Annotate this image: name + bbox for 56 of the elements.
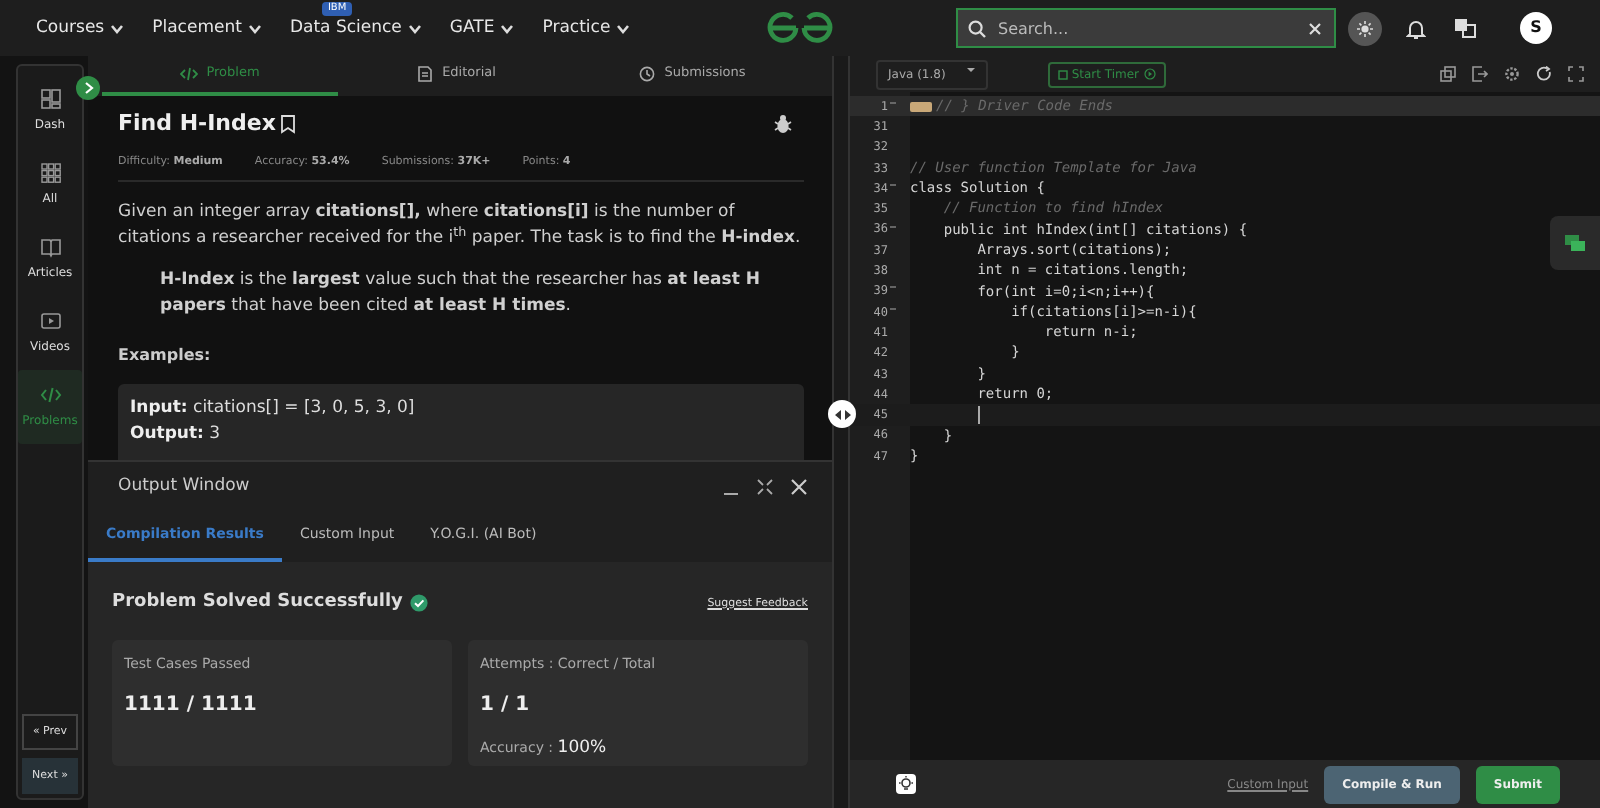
fullscreen-icon[interactable] (1568, 66, 1584, 82)
chevron-right-icon (83, 82, 93, 94)
close-icon[interactable] (1308, 21, 1322, 35)
nav-menu[interactable]: Courses (36, 15, 125, 41)
code-icon (180, 66, 199, 82)
resize-icon (833, 407, 851, 421)
bookmark-icon[interactable] (279, 114, 296, 135)
chevron-down-icon (407, 23, 422, 33)
problem-title: Find H-Index (118, 108, 276, 140)
search-field[interactable]: Search... (956, 8, 1336, 48)
chevron-down-icon (247, 23, 262, 33)
bell-icon[interactable] (1406, 17, 1426, 39)
caret-icon (965, 65, 976, 73)
reload-icon[interactable] (1536, 66, 1552, 82)
search-icon (968, 19, 986, 37)
example-line: Output: 3 (130, 421, 223, 448)
video-icon (39, 310, 61, 332)
document-icon (416, 66, 435, 82)
code-icon (39, 384, 61, 406)
text-cursor (978, 406, 980, 425)
dashboard-icon (39, 88, 61, 110)
status-text: Problem Solved Successfully (112, 590, 403, 616)
nav-menu[interactable]: Data Science (289, 15, 422, 41)
chevron-down-icon (616, 23, 631, 33)
problem-statement: Given an integer array citations[], where citations[i] is the number of citations a researcher received for the i$^{th}$ paper. The task is to find the H-index. (118, 199, 803, 252)
lightbulb-icon[interactable] (896, 774, 916, 794)
check-circle-icon (410, 594, 429, 613)
close-icon[interactable] (790, 477, 808, 495)
timer-icon (1057, 69, 1068, 79)
definition-text: H-Index is the largest value such that the researcher has at least H papers that have been cited at least H times. (160, 267, 762, 320)
chevron-down-icon (110, 23, 125, 33)
chevron-down-icon (500, 23, 515, 33)
user-avatar[interactable]: S (1520, 12, 1552, 44)
fullscreen-icon[interactable] (756, 477, 774, 495)
logo-icon (766, 10, 834, 46)
nav-menu[interactable]: Placement (152, 15, 262, 41)
card-value: 1111 / 1111 (124, 692, 259, 720)
export-icon[interactable] (1472, 66, 1488, 82)
chat-button[interactable] (1550, 216, 1600, 270)
example-line: Input: citations[] = [3, 0, 5, 3, 0] (130, 395, 417, 422)
theme-toggle[interactable] (1348, 11, 1382, 45)
folded-code-marker[interactable] (910, 101, 932, 112)
chat-icon (1564, 233, 1586, 253)
nav-menu[interactable]: GATE (449, 15, 515, 41)
grid-icon (39, 162, 61, 184)
examples-heading: Examples: (118, 343, 213, 368)
copy-icon[interactable] (1440, 66, 1456, 82)
play-icon (1143, 68, 1156, 80)
settings-icon[interactable] (1504, 66, 1520, 82)
book-icon (39, 236, 61, 258)
card-value: 1 / 1 (480, 692, 532, 720)
bug-icon[interactable] (774, 114, 792, 135)
clock-icon (638, 66, 657, 82)
nav-menu[interactable]: Practice (542, 15, 631, 41)
sun-icon (1356, 19, 1374, 37)
output-window-title: Output Window (118, 473, 250, 499)
